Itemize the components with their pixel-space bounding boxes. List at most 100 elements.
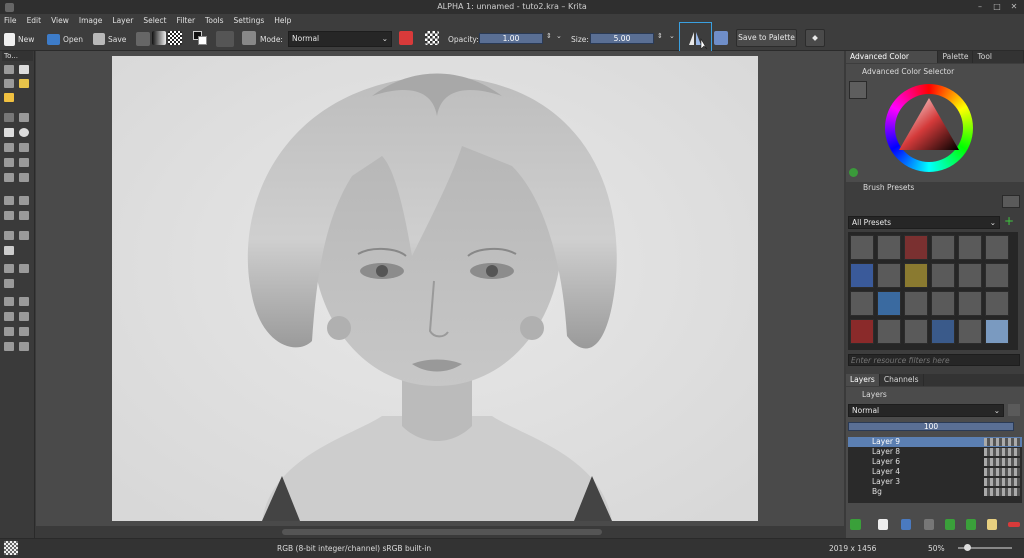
- tab-tool-options[interactable]: Tool Options: [973, 51, 1024, 73]
- blend-mode-select[interactable]: Normal ⌄: [288, 31, 392, 47]
- saturation-triangle[interactable]: [895, 94, 963, 162]
- tab-channels[interactable]: Channels: [880, 374, 924, 386]
- layer-row[interactable]: Bg: [848, 487, 1022, 497]
- brush-preset-icon[interactable]: [216, 31, 234, 47]
- brush-preset-11[interactable]: [958, 263, 982, 288]
- save-button[interactable]: Save: [93, 30, 126, 48]
- pattern-icon[interactable]: [168, 31, 182, 45]
- brush-preset-9[interactable]: [904, 263, 928, 288]
- layer-visibility-icons[interactable]: [984, 438, 1020, 446]
- similar-select-icon[interactable]: [19, 327, 29, 336]
- layer-options-icon[interactable]: [1008, 404, 1020, 416]
- bezier-select-icon[interactable]: [4, 342, 14, 351]
- menu-filter[interactable]: Filter: [176, 16, 195, 25]
- menu-layer[interactable]: Layer: [112, 16, 133, 25]
- rectangle-tool-icon[interactable]: [4, 128, 14, 137]
- preset-view-icon[interactable]: [1002, 195, 1020, 208]
- freehand-path-icon[interactable]: [19, 158, 29, 167]
- eraser-icon[interactable]: [399, 31, 413, 45]
- gradient-tool-icon[interactable]: [4, 246, 14, 255]
- menu-file[interactable]: File: [4, 16, 17, 25]
- brush-preset-14[interactable]: [877, 291, 901, 316]
- layer-row[interactable]: Layer 4: [848, 467, 1022, 477]
- brush-preset-13[interactable]: [850, 291, 874, 316]
- transform-tool-icon[interactable]: [4, 211, 14, 220]
- layer-row[interactable]: Layer 6: [848, 457, 1022, 467]
- brush-preset-24[interactable]: [985, 319, 1009, 344]
- undo-icon[interactable]: [136, 32, 150, 46]
- ellipse-tool-icon[interactable]: [19, 128, 29, 137]
- zoom-slider[interactable]: [958, 544, 1012, 551]
- crop-tool-icon[interactable]: [4, 196, 14, 205]
- ellipse-select-icon[interactable]: [19, 297, 29, 306]
- hue-ring[interactable]: [885, 84, 973, 172]
- brush-preset-2[interactable]: [877, 235, 901, 260]
- menu-view[interactable]: View: [51, 16, 69, 25]
- brush-preset-22[interactable]: [931, 319, 955, 344]
- preset-filter-select[interactable]: All Presets ⌄: [848, 216, 1000, 229]
- size-dropdown-icon[interactable]: ⌄: [669, 32, 675, 40]
- move-tool-icon[interactable]: [19, 196, 29, 205]
- brush-preset-4[interactable]: [931, 235, 955, 260]
- bezier-tool-icon[interactable]: [4, 158, 14, 167]
- duplicate-layer-icon[interactable]: [878, 519, 888, 530]
- polygon-tool-icon[interactable]: [4, 143, 14, 152]
- freehand-brush-icon[interactable]: [4, 113, 14, 122]
- edit-layer-icon[interactable]: [987, 519, 997, 530]
- gradient-icon[interactable]: [152, 31, 166, 45]
- color-settings-icon[interactable]: [849, 168, 858, 177]
- size-slider[interactable]: 5.00: [590, 33, 654, 44]
- magnetic-select-icon[interactable]: [19, 342, 29, 351]
- measure-tool-icon[interactable]: [4, 264, 14, 273]
- brush-preset-5[interactable]: [958, 235, 982, 260]
- brush-preset-1[interactable]: [850, 235, 874, 260]
- layer-row[interactable]: Layer 9: [848, 437, 1022, 447]
- menu-settings[interactable]: Settings: [234, 16, 265, 25]
- brush-preset-6[interactable]: [985, 235, 1009, 260]
- selection-mode-icon[interactable]: [4, 541, 18, 555]
- layer-visibility-icons[interactable]: [984, 478, 1020, 486]
- layer-visibility-icons[interactable]: [984, 458, 1020, 466]
- brush-preset-19[interactable]: [850, 319, 874, 344]
- brush-preset-15[interactable]: [904, 291, 928, 316]
- brush-preset-20[interactable]: [877, 319, 901, 344]
- gradient-edit-icon[interactable]: [4, 93, 14, 102]
- brush-preset-16[interactable]: [931, 291, 955, 316]
- open-button[interactable]: Open: [47, 30, 83, 48]
- rect-select-icon[interactable]: [4, 297, 14, 306]
- maximize-icon[interactable]: □: [992, 2, 1002, 12]
- preserve-alpha-icon[interactable]: [425, 31, 439, 45]
- layer-opacity-slider[interactable]: 100: [848, 422, 1014, 431]
- layer-row[interactable]: Layer 8: [848, 447, 1022, 457]
- add-layer-icon[interactable]: [850, 519, 861, 530]
- outline-select-icon[interactable]: [19, 312, 29, 321]
- layer-visibility-icons[interactable]: [984, 488, 1020, 496]
- zoom-level[interactable]: 50%: [928, 544, 945, 553]
- brush-preset-12[interactable]: [985, 263, 1009, 288]
- app-menu-icon[interactable]: [5, 3, 14, 12]
- layer-blend-select[interactable]: Normal ⌄: [848, 404, 1004, 417]
- add-preset-icon[interactable]: +: [1004, 215, 1014, 227]
- vertical-mirror-icon[interactable]: [714, 31, 728, 45]
- opacity-dropdown-icon[interactable]: ⌄: [556, 32, 562, 40]
- size-spin-icon[interactable]: ⇕: [657, 32, 663, 40]
- multibrush-icon[interactable]: [19, 173, 29, 182]
- perspective-icon[interactable]: [19, 211, 29, 220]
- opacity-spin-icon[interactable]: ⇕: [546, 32, 552, 40]
- move-layer-up-icon[interactable]: [924, 519, 934, 530]
- minimize-icon[interactable]: –: [975, 2, 985, 12]
- brush-preset-21[interactable]: [904, 319, 928, 344]
- brush-preset-10[interactable]: [931, 263, 955, 288]
- select-shapes-icon[interactable]: [4, 65, 14, 74]
- polygon-select-icon[interactable]: [4, 312, 14, 321]
- save-to-palette-button[interactable]: Save to Palette: [736, 29, 797, 47]
- layer-visibility-icons[interactable]: [984, 468, 1020, 476]
- fill-tool-icon[interactable]: [4, 231, 14, 240]
- text-tool-icon[interactable]: [19, 65, 29, 74]
- menu-edit[interactable]: Edit: [27, 16, 42, 25]
- brush-preset-18[interactable]: [985, 291, 1009, 316]
- color-picker-icon[interactable]: [19, 231, 29, 240]
- brush-preset-23[interactable]: [958, 319, 982, 344]
- menu-help[interactable]: Help: [274, 16, 291, 25]
- polyline-tool-icon[interactable]: [19, 143, 29, 152]
